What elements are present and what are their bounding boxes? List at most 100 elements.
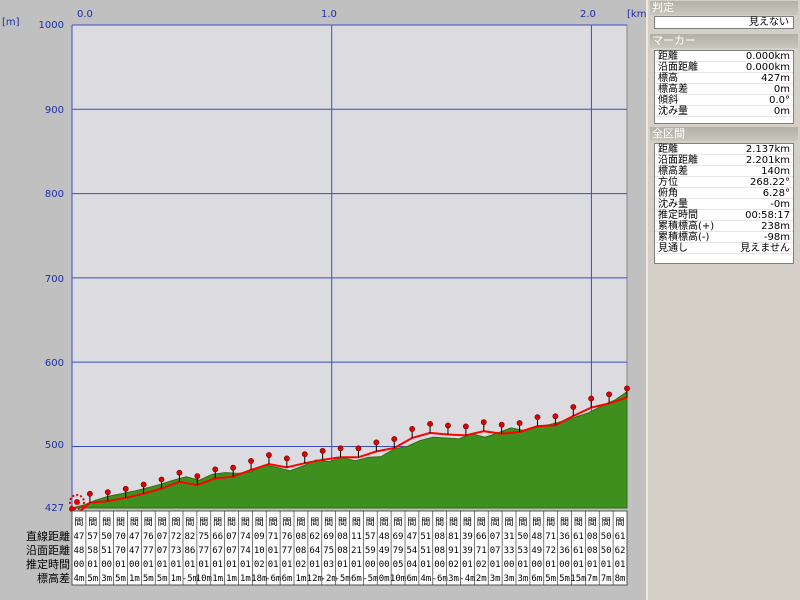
- marker-pin: [355, 445, 362, 452]
- marker-pin: [606, 391, 612, 398]
- segment-cell: 6m: [531, 574, 542, 584]
- segment-cell: 61: [615, 532, 626, 542]
- segment-cell: 00: [559, 560, 570, 570]
- segment-cell: -5m: [362, 574, 378, 584]
- segment-header: 間: [380, 517, 389, 528]
- segment-cell: 67: [212, 546, 223, 556]
- segment-cell: 36: [559, 546, 570, 556]
- segment-cell: 01: [171, 560, 182, 570]
- marker-pin: [248, 458, 254, 464]
- marker-pin: [87, 490, 93, 497]
- segment-cell: 91: [448, 546, 459, 556]
- total-row-line-of-sight: 見通し 見えません: [655, 243, 793, 254]
- marker-pin: [588, 395, 595, 402]
- segment-cell: 02: [448, 560, 459, 570]
- segment-cell: 1m: [212, 574, 223, 584]
- segment-cell: 5m: [157, 574, 168, 584]
- segment-cell: 5m: [143, 574, 154, 584]
- segment-cell: 11: [351, 532, 362, 542]
- segment-cell: 48: [379, 532, 390, 542]
- segment-cell: 04: [407, 560, 418, 570]
- y-tick-label: 1000: [38, 20, 64, 31]
- total-row-elevation-diff: 標高差 140m: [655, 166, 793, 177]
- segment-header: 間: [338, 517, 347, 528]
- segment-cell: 10m: [196, 574, 212, 584]
- segment-cell: 53: [518, 546, 529, 556]
- segment-cell: 08: [587, 546, 598, 556]
- marker-pin: [391, 436, 398, 442]
- segment-cell: 75: [323, 546, 334, 556]
- segment-cell: 0m: [379, 574, 390, 584]
- segment-cell: -6m: [265, 574, 281, 584]
- marker-pin: [445, 422, 451, 429]
- segment-cell: 39: [462, 532, 473, 542]
- segment-cell: 76: [282, 532, 293, 542]
- segment-cell: 81: [448, 532, 459, 542]
- marker-pin: [552, 413, 559, 420]
- segment-cell: 33: [504, 546, 515, 556]
- total-row-cumulative-down: 累積標高(-) -98m: [655, 232, 793, 243]
- marker-pin: [194, 473, 201, 480]
- marker-pin: [624, 385, 630, 392]
- segment-cell: 75: [198, 532, 209, 542]
- segment-header: 間: [116, 517, 125, 528]
- segment-cell: 01: [587, 560, 598, 570]
- marker-pin: [301, 451, 308, 458]
- segment-cell: 58: [87, 546, 98, 556]
- segment-header: 間: [532, 517, 541, 528]
- segment-header: 間: [505, 517, 514, 528]
- segment-cell: 01: [573, 560, 584, 570]
- row-label-elevation-diff: 標高差: [37, 572, 70, 585]
- segment-cell: 57: [87, 532, 98, 542]
- segment-header: 間: [491, 517, 500, 528]
- segment-cell: 4m: [420, 574, 431, 584]
- segment-header: 間: [421, 517, 430, 528]
- segment-cell: 6m: [407, 574, 418, 584]
- total-row-surface-distance: 沿面距離 2.201km: [655, 155, 793, 166]
- segment-cell: 1m: [240, 574, 251, 584]
- segment-header: 間: [477, 517, 486, 528]
- segment-cell: 02: [254, 560, 265, 570]
- segment-header: 間: [130, 517, 139, 528]
- segment-cell: 69: [393, 532, 404, 542]
- segment-header: 間: [574, 517, 583, 528]
- marker-pin: [140, 481, 147, 488]
- segment-header: 間: [616, 517, 625, 528]
- segment-cell: -4m: [459, 574, 475, 584]
- segment-cell: 01: [185, 560, 196, 570]
- segment-cell: 50: [518, 532, 529, 542]
- total-table: 距離 2.137km 沿面距離 2.201km 標高差 140m 方位 268.22° …: [654, 143, 794, 264]
- segment-cell: 1m: [171, 574, 182, 584]
- segment-cell: 01: [226, 560, 237, 570]
- segment-header: 間: [74, 517, 83, 528]
- start-marker-center: [74, 499, 80, 505]
- segment-header: 間: [546, 517, 555, 528]
- segment-cell: 07: [226, 546, 237, 556]
- segment-cell: 3m: [504, 574, 515, 584]
- segment-cell: 47: [129, 532, 140, 542]
- segment-cell: 48: [531, 532, 542, 542]
- segment-cell: 39: [462, 546, 473, 556]
- segment-cell: 01: [282, 560, 293, 570]
- marker-pin: [283, 455, 290, 462]
- marker-pin: [176, 469, 183, 476]
- segment-cell: 47: [129, 546, 140, 556]
- segment-cell: 10: [254, 546, 265, 556]
- segment-cell: 01: [240, 560, 251, 570]
- segment-cell: 73: [171, 546, 182, 556]
- segment-cell: -6m: [432, 574, 448, 584]
- segment-cell: 1m: [296, 574, 307, 584]
- marker-pin: [570, 404, 577, 410]
- segment-cell: 5m: [559, 574, 570, 584]
- segment-cell: 01: [518, 560, 529, 570]
- info-panel: 判定 見えない マーカー 距離 0.000km 沿面距離 0.000km 標高 427…: [646, 0, 800, 600]
- marker-row-distance: 距離 0.000km: [655, 51, 793, 62]
- marker-pin: [516, 420, 523, 426]
- segment-cell: 07: [490, 532, 501, 542]
- segment-cell: 07: [157, 546, 168, 556]
- marker-pin: [104, 489, 111, 496]
- segment-header: 間: [588, 517, 597, 528]
- total-row-estimated-time: 推定時間 00:58:17: [655, 210, 793, 221]
- segment-cell: 5m: [545, 574, 556, 584]
- segment-cell: 66: [476, 532, 487, 542]
